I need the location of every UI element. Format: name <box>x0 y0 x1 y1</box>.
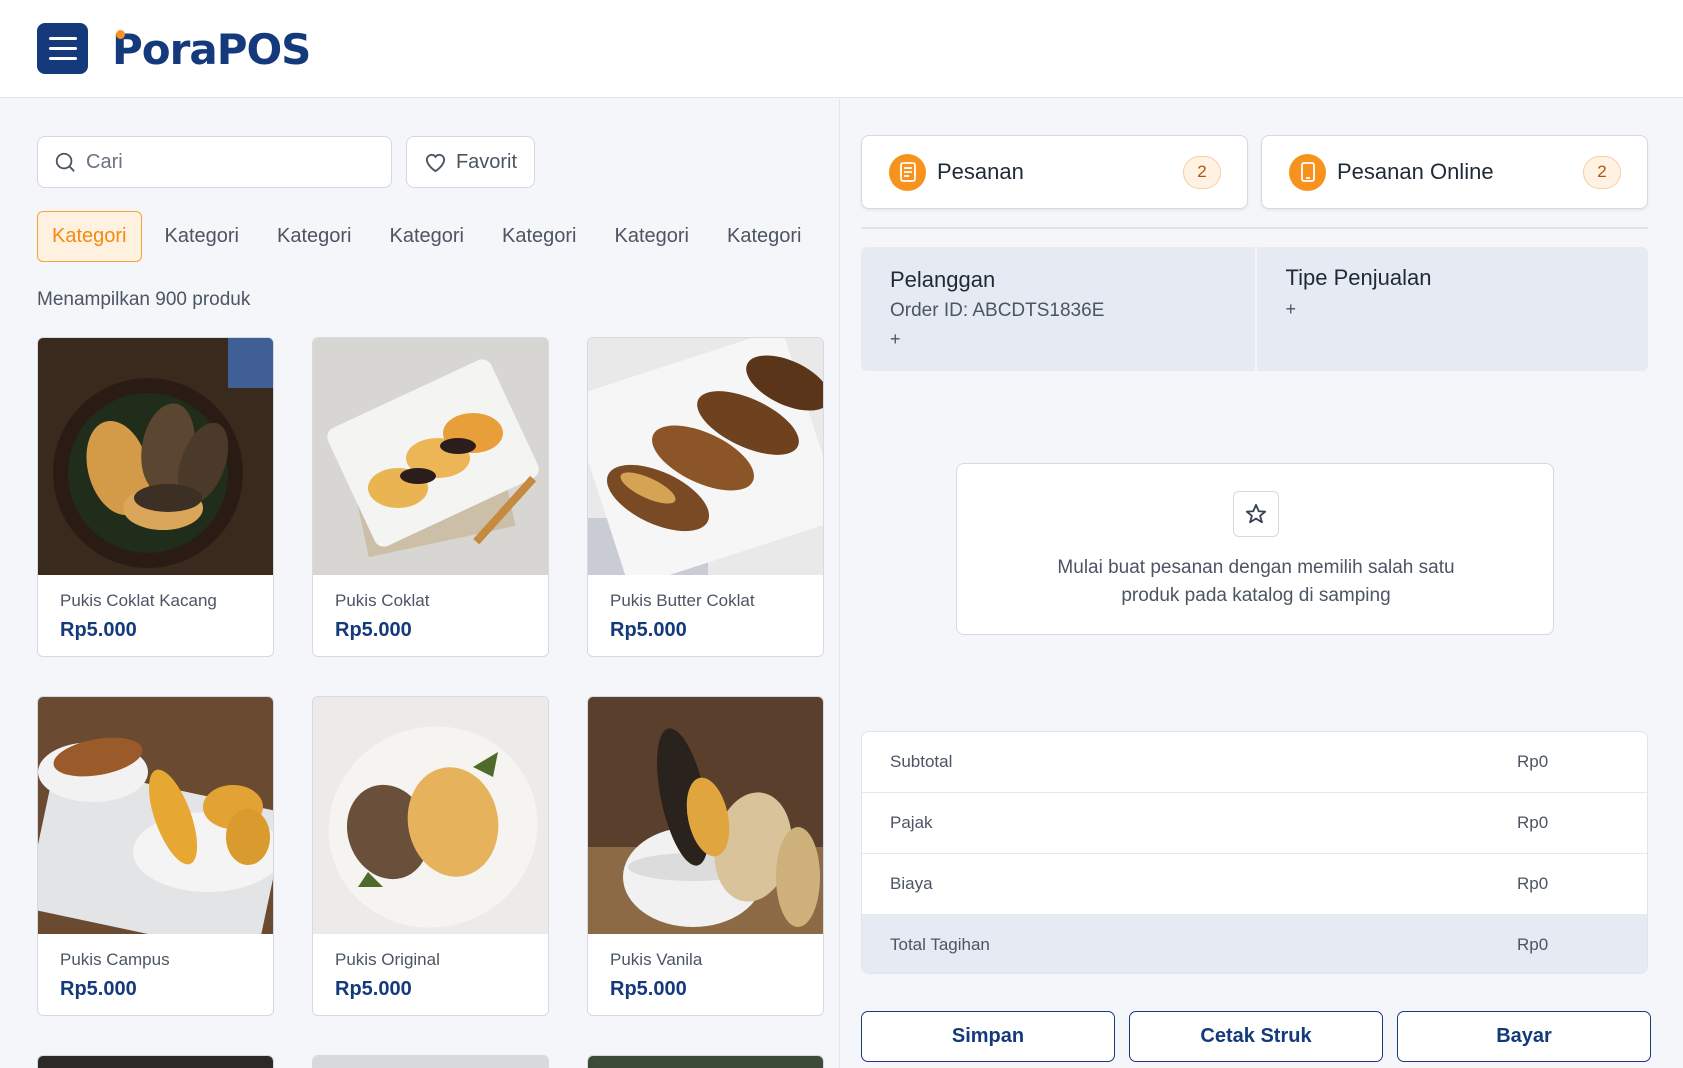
category-tab-active[interactable]: Kategori <box>37 211 142 262</box>
product-card[interactable]: Pukis Vanila Rp5.000 <box>587 696 824 1016</box>
category-tab[interactable]: Kategori <box>262 211 367 262</box>
product-image <box>313 338 548 575</box>
star-icon <box>1233 491 1279 537</box>
divider <box>861 227 1648 229</box>
product-card[interactable]: Pukis Original Rp5.000 <box>312 696 549 1016</box>
tax-row: Pajak Rp0 <box>862 793 1647 854</box>
heart-icon <box>425 153 445 172</box>
logo-dot-icon <box>116 30 125 39</box>
favorite-button[interactable]: Favorit <box>406 136 535 188</box>
product-name: Pukis Butter Coklat <box>610 591 755 610</box>
empty-message: Mulai buat pesanan dengan memilih salah … <box>1057 557 1455 606</box>
sale-type-title: Tipe Penjualan <box>1285 265 1432 290</box>
product-price: Rp5.000 <box>60 619 137 641</box>
subtotal-row: Subtotal Rp0 <box>862 732 1647 793</box>
fee-row: Biaya Rp0 <box>862 854 1647 915</box>
category-tab[interactable]: Kategori <box>150 211 255 262</box>
order-pane: Pesanan 2 Pesanan Online 2 Pelanggan Ord… <box>841 99 1683 1068</box>
total-row: Total Tagihan Rp0 <box>862 915 1647 973</box>
search-icon <box>55 152 75 172</box>
product-image <box>313 697 548 934</box>
category-tab[interactable]: Kategori <box>600 211 705 262</box>
product-name: Pukis Campus <box>60 950 170 969</box>
category-tabs: Kategori Kategori Kategori Kategori Kate… <box>37 211 817 262</box>
product-price: Rp5.000 <box>610 978 687 1000</box>
product-name: Pukis Coklat <box>335 591 430 610</box>
sale-type-section[interactable]: Tipe Penjualan + <box>1254 247 1649 371</box>
order-info: Pelanggan Order ID: ABCDTS1836E + Tipe P… <box>861 247 1648 371</box>
empty-order-state: Mulai buat pesanan dengan memilih salah … <box>956 463 1554 635</box>
menu-button[interactable] <box>37 23 88 74</box>
tab-online-orders[interactable]: Pesanan Online 2 <box>1261 135 1648 209</box>
product-card[interactable]: Pukis Coklat Rp5.000 <box>312 337 549 657</box>
product-price: Rp5.000 <box>335 978 412 1000</box>
product-card[interactable] <box>37 1055 274 1068</box>
product-price: Rp5.000 <box>60 978 137 1000</box>
order-id: Order ID: ABCDTS1836E <box>890 300 1105 321</box>
product-image <box>313 1056 548 1068</box>
product-image <box>588 697 823 934</box>
tab-orders-label: Pesanan <box>937 159 1024 184</box>
product-image <box>38 1056 273 1068</box>
product-image <box>588 1056 823 1068</box>
product-name: Pukis Vanila <box>610 950 703 969</box>
product-image <box>38 338 273 575</box>
search-box[interactable] <box>37 136 392 188</box>
product-card[interactable] <box>312 1055 549 1068</box>
product-card[interactable] <box>587 1055 824 1068</box>
customer-title: Pelanggan <box>890 267 996 292</box>
product-card[interactable]: Pukis Coklat Kacang Rp5.000 <box>37 337 274 657</box>
product-name: Pukis Coklat Kacang <box>60 591 217 610</box>
product-count: Menampilkan 900 produk <box>37 289 251 310</box>
save-button[interactable]: Simpan <box>861 1011 1115 1062</box>
receipt-icon <box>889 153 926 191</box>
product-name: Pukis Original <box>335 950 440 969</box>
category-tab[interactable]: Kategori <box>487 211 592 262</box>
product-price: Rp5.000 <box>610 619 687 641</box>
product-price: Rp5.000 <box>335 619 412 641</box>
product-card[interactable]: Pukis Campus Rp5.000 <box>37 696 274 1016</box>
catalog-pane: Favorit Kategori Kategori Kategori Kateg… <box>0 99 840 1068</box>
orders-count-badge: 2 <box>1183 155 1221 189</box>
tab-online-orders-label: Pesanan Online <box>1337 159 1494 184</box>
product-image <box>38 697 273 934</box>
hamburger-icon <box>48 37 77 40</box>
print-receipt-button[interactable]: Cetak Struk <box>1129 1011 1383 1062</box>
category-tab[interactable]: Kategori <box>375 211 480 262</box>
customer-section[interactable]: Pelanggan Order ID: ABCDTS1836E + <box>861 247 1255 371</box>
phone-icon <box>1289 153 1326 191</box>
add-sale-type-icon[interactable]: + <box>1286 299 1297 320</box>
app-logo: PoraPOS <box>112 24 311 74</box>
search-input[interactable] <box>86 150 356 174</box>
add-customer-icon[interactable]: + <box>890 329 901 350</box>
pay-button[interactable]: Bayar <box>1397 1011 1651 1062</box>
product-image <box>588 338 823 575</box>
category-tab[interactable]: Kategori <box>712 211 817 262</box>
bill-summary: Subtotal Rp0 Pajak Rp0 Biaya Rp0 Total T… <box>861 731 1648 974</box>
online-orders-count-badge: 2 <box>1583 155 1621 189</box>
action-buttons: Simpan Cetak Struk Bayar <box>861 1011 1651 1062</box>
top-bar: PoraPOS <box>0 0 1683 98</box>
tab-orders[interactable]: Pesanan 2 <box>861 135 1248 209</box>
product-card[interactable]: Pukis Butter Coklat Rp5.000 <box>587 337 824 657</box>
